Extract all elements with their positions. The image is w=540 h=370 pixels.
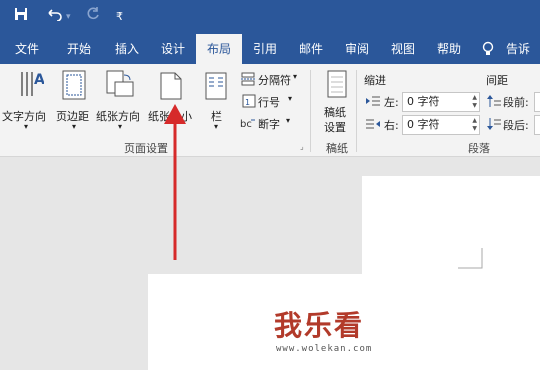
spacing-after-icon: [487, 118, 501, 130]
document-area[interactable]: 我乐看 www.wolekan.com: [0, 158, 540, 370]
indent-title: 缩进: [364, 74, 386, 87]
paper-size-icon: [160, 72, 182, 100]
hyphenation-button[interactable]: 断字: [258, 116, 280, 132]
spinner-icon[interactable]: ▲ ▼: [472, 94, 477, 110]
indent-left-input[interactable]: 0 字符 ▲ ▼: [402, 92, 480, 112]
svg-text:bc: bc: [240, 119, 252, 130]
breaks-button[interactable]: 分隔符: [258, 72, 291, 88]
group-divider: [310, 70, 311, 152]
spacing-before-icon: [487, 95, 501, 107]
tab-review[interactable]: 审阅: [334, 34, 380, 64]
margins-dropdown-icon[interactable]: ▾: [72, 122, 76, 131]
columns-dropdown-icon[interactable]: ▾: [214, 122, 218, 131]
orientation-dropdown-icon[interactable]: ▾: [118, 122, 122, 131]
customize-quick-access-button[interactable]: ₹: [116, 7, 123, 27]
ribbon-layout: A 文字方向 ▾ 页边距 ▾ 纸张方向 ▾ 纸张大小 栏 ▾ 分隔符 ▾ 1 行…: [0, 64, 540, 157]
line-numbers-icon: 1: [242, 94, 256, 108]
svg-text:1: 1: [245, 98, 250, 107]
columns-icon: [205, 72, 227, 100]
tell-me-search[interactable]: 告诉我: [496, 34, 540, 86]
spacing-title: 间距: [486, 74, 508, 87]
indent-right-label: 右:: [384, 119, 399, 132]
indent-left-label: 左:: [384, 96, 399, 109]
tab-mailings[interactable]: 邮件: [288, 34, 334, 64]
text-direction-dropdown-icon[interactable]: ▾: [24, 122, 28, 131]
line-numbers-dropdown-icon[interactable]: ▾: [288, 94, 292, 103]
tab-view[interactable]: 视图: [380, 34, 426, 64]
watermark-overlay: 我乐看 www.wolekan.com: [148, 274, 410, 370]
line-numbers-button[interactable]: 行号: [258, 94, 280, 110]
page-setup-dialog-launcher-icon[interactable]: ⌟: [300, 142, 304, 151]
group-divider: [356, 70, 357, 152]
spacing-before-label: 段前:: [503, 96, 529, 109]
paragraph-group-label: 段落: [468, 142, 490, 155]
ribbon-tabs: 文件 开始 插入 设计 布局 引用 邮件 审阅 视图 帮助 告诉我: [0, 34, 540, 86]
indent-left-icon: [366, 95, 380, 107]
indent-right-value: 0 字符: [407, 118, 440, 131]
save-icon[interactable]: [14, 7, 28, 27]
hyphenation-dropdown-icon[interactable]: ▾: [286, 116, 290, 125]
indent-left-value: 0 字符: [407, 95, 440, 108]
manuscript-group-label: 稿纸: [326, 142, 348, 155]
title-bar: ▾ ₹: [0, 0, 540, 34]
tab-help[interactable]: 帮助: [426, 34, 472, 64]
tab-layout[interactable]: 布局: [196, 34, 242, 64]
margin-corner-mark: [458, 248, 483, 269]
undo-dropdown-icon[interactable]: ▾: [66, 7, 71, 27]
watermark-url: www.wolekan.com: [276, 344, 373, 354]
indent-right-input[interactable]: 0 字符 ▲ ▼: [402, 115, 480, 135]
indent-right-icon: [366, 118, 380, 130]
spacing-before-input[interactable]: [534, 92, 540, 112]
manuscript-settings-line1: 稿纸: [324, 106, 346, 119]
tab-references[interactable]: 引用: [242, 34, 288, 64]
redo-icon[interactable]: [86, 7, 100, 27]
margins-icon: [62, 70, 86, 100]
spinner-icon[interactable]: ▲ ▼: [472, 117, 477, 133]
undo-icon[interactable]: [46, 7, 62, 27]
tab-insert[interactable]: 插入: [104, 34, 150, 64]
text-direction-icon: A: [18, 70, 44, 100]
svg-text:A: A: [34, 72, 44, 88]
breaks-icon: [240, 72, 256, 86]
watermark-logo: 我乐看: [274, 309, 365, 342]
spacing-after-label: 段后:: [503, 119, 529, 132]
orientation-icon: [106, 70, 134, 100]
breaks-dropdown-icon[interactable]: ▾: [293, 72, 297, 81]
hyphenation-icon: bc: [240, 116, 256, 130]
annotation-arrow: [164, 104, 186, 260]
manuscript-icon: [327, 70, 347, 98]
tab-home[interactable]: 开始: [56, 34, 102, 64]
lightbulb-icon[interactable]: [482, 41, 494, 61]
manuscript-settings-line2: 设置: [324, 121, 346, 134]
tab-design[interactable]: 设计: [150, 34, 196, 64]
spacing-after-input[interactable]: [534, 115, 540, 135]
tab-file[interactable]: 文件: [4, 34, 50, 64]
